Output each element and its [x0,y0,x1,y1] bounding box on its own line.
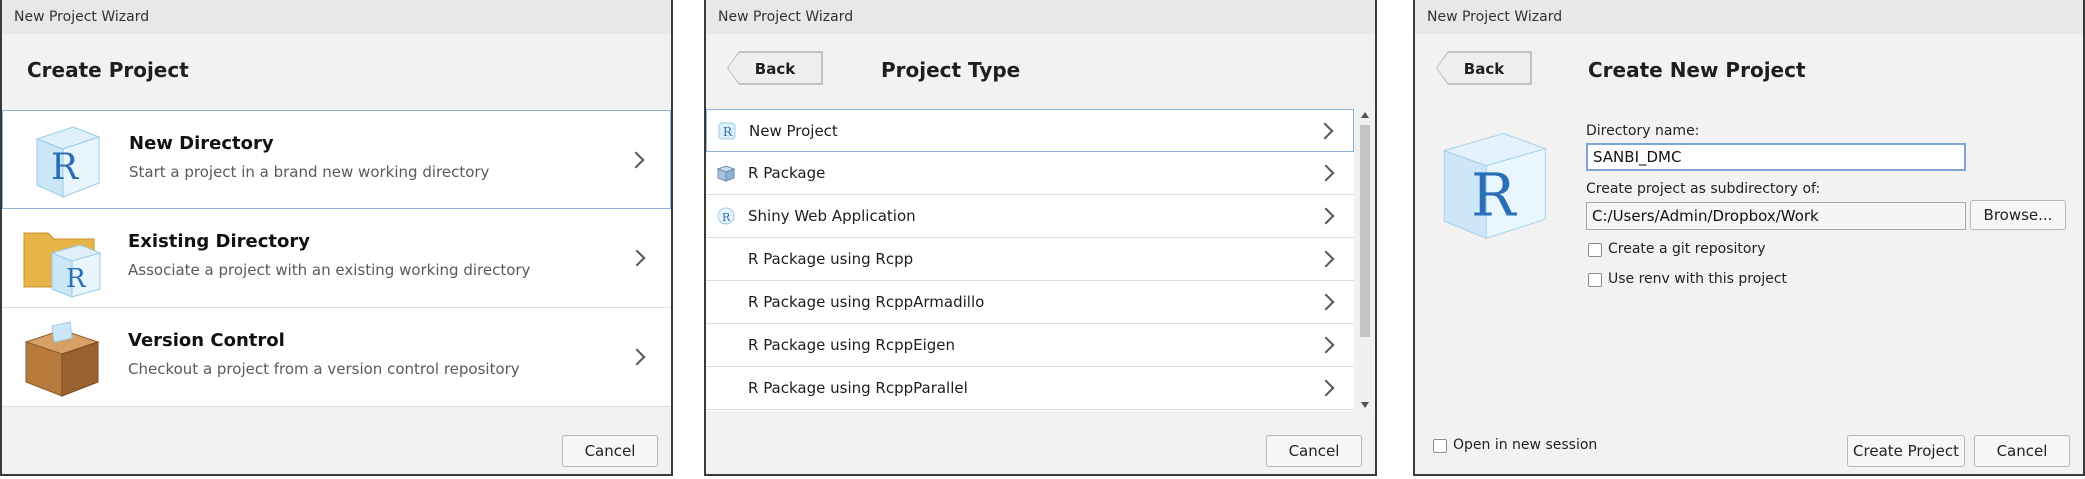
option-version-control[interactable]: Version Control Checkout a project from … [2,308,671,407]
project-type-dialog: New Project Wizard Back Project Type R N… [704,0,1377,476]
subdirectory-label: Create project as subdirectory of: [1586,181,1821,197]
r-cube-icon: R [1442,132,1547,240]
item-label: New Project [749,122,838,140]
svg-text:R: R [66,264,87,294]
cancel-button[interactable]: Cancel [1974,435,2070,467]
option-existing-directory[interactable]: R Existing Directory Associate a project… [2,209,671,308]
chevron-right-icon [1317,336,1335,354]
git-repository-label: Create a git repository [1608,241,1766,257]
page-title: Create Project [27,58,189,82]
list-item[interactable]: R New Project [706,109,1354,152]
box-icon [24,321,100,397]
chevron-right-icon [1317,293,1335,311]
create-new-project-dialog: New Project Wizard Back Create New Proje… [1413,0,2085,476]
dialog-body: Back Project Type R New Project R Packag… [706,34,1375,474]
project-type-list: R New Project R Package R Shiny Web Appl… [706,109,1354,411]
svg-text:R: R [51,147,79,188]
list-item[interactable]: R Shiny Web Application [706,195,1354,238]
item-label: Shiny Web Application [748,207,916,225]
chevron-right-icon [1317,164,1335,182]
new-session-checkbox[interactable] [1433,439,1447,453]
list-item[interactable]: R Package using RcppEigen [706,324,1354,367]
option-description: Associate a project with an existing wor… [128,261,531,279]
r-cube-icon: R [35,126,101,198]
scrollbar-thumb[interactable] [1360,125,1370,337]
dialog-body: Create Project R New Directory Start a p… [2,34,671,474]
option-description: Checkout a project from a version contro… [128,360,520,378]
scroll-up-icon[interactable] [1361,112,1369,118]
chevron-right-icon [627,151,645,169]
window-title: New Project Wizard [706,0,1375,34]
svg-text:R: R [1471,160,1517,229]
list-item[interactable]: R Package using RcppParallel [706,367,1354,410]
item-label: R Package using RcppParallel [748,379,968,397]
list-item[interactable]: R Package using RcppArmadillo [706,281,1354,324]
scroll-down-icon[interactable] [1361,402,1369,408]
option-title: New Directory [129,133,274,154]
back-button[interactable]: Back [728,52,822,84]
chevron-right-icon [1317,250,1335,268]
r-project-icon: R [718,122,736,140]
list-scrollbar[interactable] [1358,109,1372,411]
shiny-icon: R [717,207,735,225]
chevron-right-icon [1317,379,1335,397]
chevron-right-icon [628,348,646,366]
folder-r-icon: R [23,232,102,298]
chevron-right-icon [628,249,646,267]
package-icon [716,165,736,182]
list-item[interactable]: R Package [706,152,1354,195]
list-item[interactable]: R Package using Rcpp [706,238,1354,281]
svg-text:R: R [722,211,731,224]
dialog-body: Back Create New Project R Directory name… [1415,34,2083,474]
item-label: R Package using RcppArmadillo [748,293,985,311]
window-title: New Project Wizard [2,0,671,34]
back-button[interactable]: Back [1437,52,1531,84]
option-new-directory[interactable]: R New Directory Start a project in a bra… [2,110,671,209]
create-project-dialog: New Project Wizard Create Project R New … [0,0,673,476]
option-title: Existing Directory [128,231,310,252]
cancel-button[interactable]: Cancel [1266,435,1362,467]
subdirectory-path-field[interactable]: C:/Users/Admin/Dropbox/Work [1586,202,1966,230]
option-description: Start a project in a brand new working d… [129,163,490,181]
chevron-right-icon [1317,207,1335,225]
create-project-button[interactable]: Create Project [1847,435,1965,467]
cancel-button[interactable]: Cancel [562,435,658,467]
renv-checkbox[interactable] [1588,273,1602,287]
page-title: Project Type [881,58,1021,82]
page-title: Create New Project [1588,58,1806,82]
renv-label: Use renv with this project [1608,271,1788,287]
directory-name-label: Directory name: [1586,123,1700,139]
browse-button[interactable]: Browse... [1970,200,2066,230]
git-repository-checkbox[interactable] [1588,243,1602,257]
item-label: R Package using Rcpp [748,250,914,268]
window-title: New Project Wizard [1415,0,2083,34]
option-title: Version Control [128,330,285,351]
directory-name-input[interactable]: SANBI_DMC [1586,143,1966,171]
item-label: R Package [748,164,826,182]
item-label: R Package using RcppEigen [748,336,956,354]
chevron-right-icon [1316,122,1334,140]
svg-text:R: R [723,125,733,139]
new-session-label: Open in new session [1453,437,1598,453]
